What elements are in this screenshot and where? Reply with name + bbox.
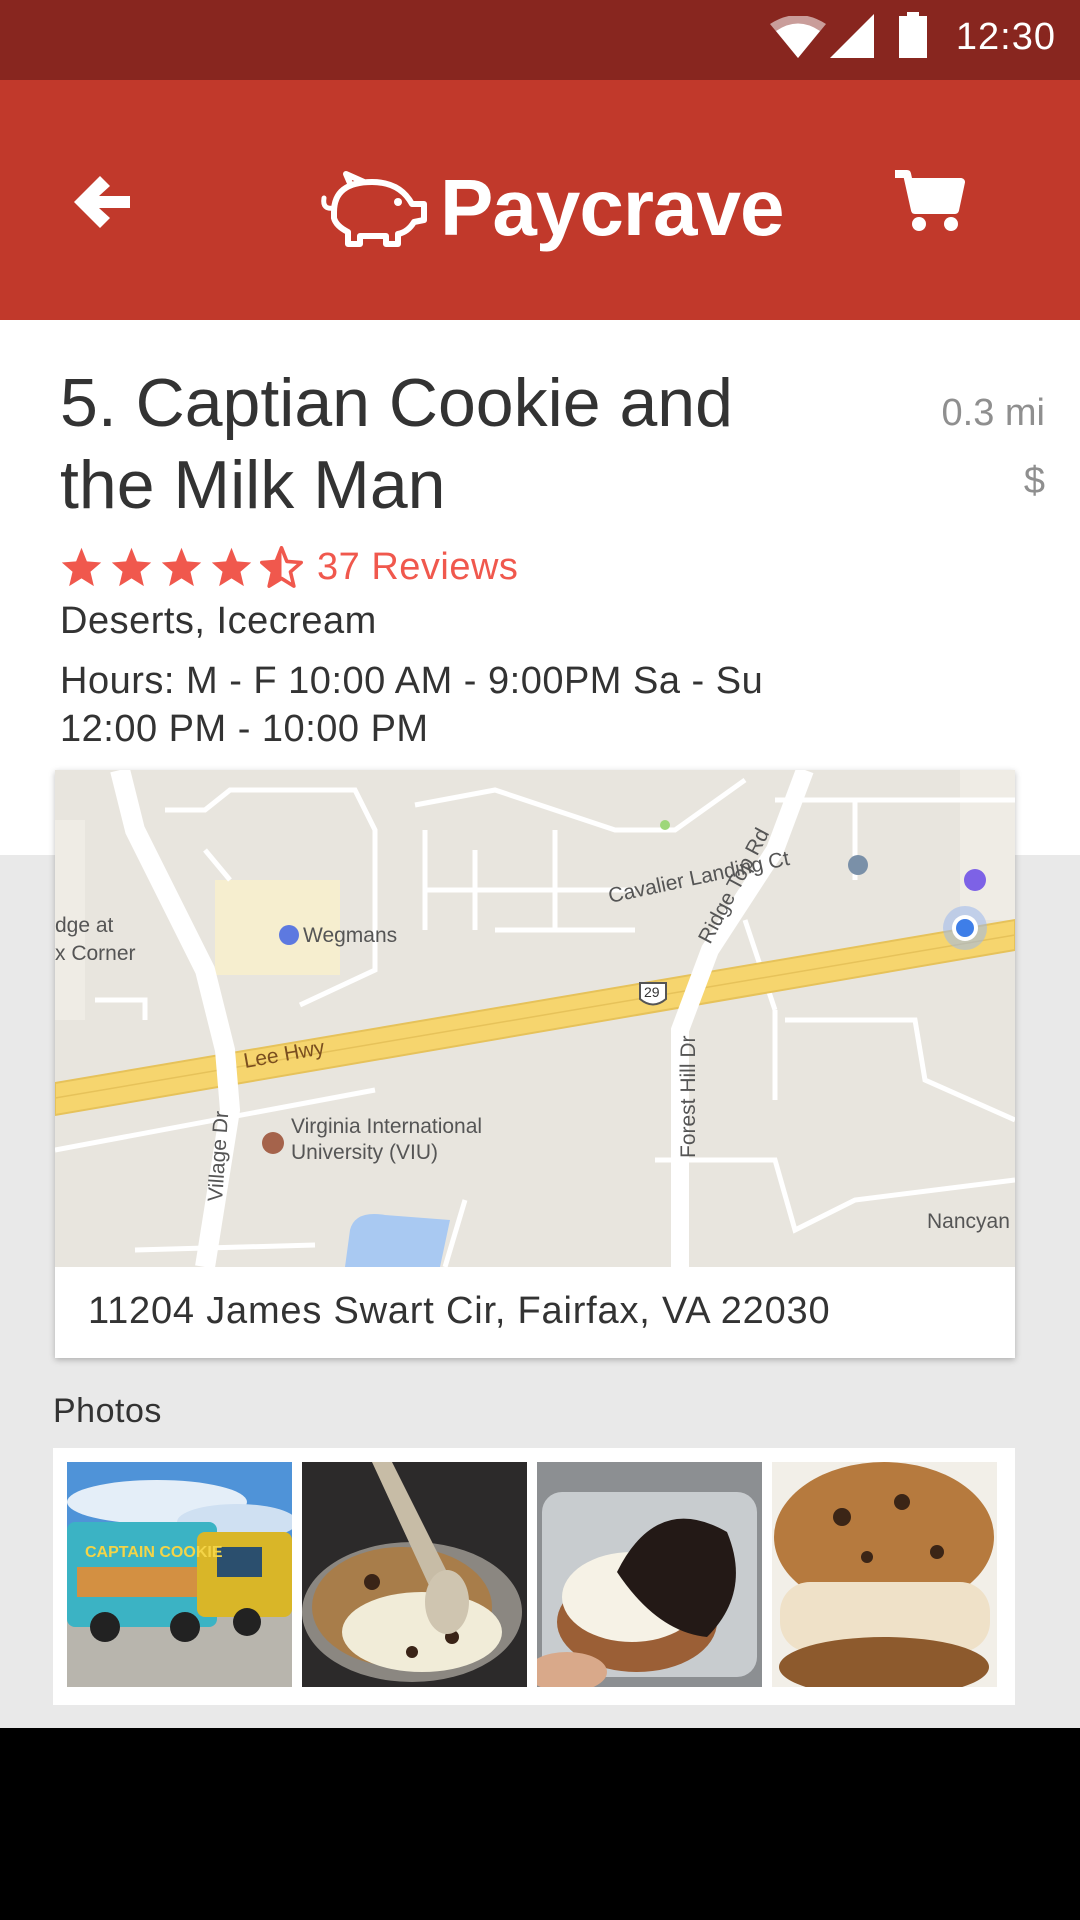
signal-icon <box>830 14 874 58</box>
categories-label: Deserts, Icecream <box>60 600 377 642</box>
rating-row[interactable]: 37 Reviews <box>60 542 518 592</box>
map-label-nancy: Nancyan <box>927 1210 1010 1233</box>
star-full-icon <box>211 547 252 586</box>
app-bar: Paycrave <box>0 80 1080 320</box>
back-button[interactable] <box>70 170 150 240</box>
map-label-viu-1: Virginia International <box>291 1115 482 1138</box>
reviews-link[interactable]: 37 Reviews <box>317 546 518 589</box>
star-rating <box>60 545 303 589</box>
map-label-viu-2: University (VIU) <box>291 1141 438 1164</box>
photo-strip: CAPTAIN COOKIE <box>53 1448 1015 1705</box>
star-full-icon <box>161 547 202 586</box>
map-card[interactable]: Wegmans dge at x Corner Cavalier Landing… <box>55 770 1015 1358</box>
restaurant-detail: 5. Captian Cookie and the Milk Man 0.3 m… <box>0 320 1080 1728</box>
shopping-cart-icon <box>895 170 965 231</box>
status-time: 12:30 <box>955 16 1056 58</box>
star-full-icon <box>61 547 102 586</box>
piggy-bank-icon <box>321 171 427 247</box>
map-label-route: 29 <box>644 984 660 1000</box>
cart-button[interactable] <box>895 170 975 240</box>
map-label-forest: Forest Hill Dr <box>677 1035 700 1158</box>
arrow-left-icon <box>74 176 130 228</box>
restaurant-title: 5. Captian Cookie and the Milk Man <box>60 365 733 523</box>
map-label-wegmans: Wegmans <box>303 924 397 947</box>
photos-heading: Photos <box>53 1392 162 1430</box>
chocolate-cookie-sandwich-photo[interactable] <box>537 1462 762 1687</box>
food-truck-photo[interactable]: CAPTAIN COOKIE <box>67 1462 292 1687</box>
location-map[interactable]: Wegmans dge at x Corner Cavalier Landing… <box>55 770 1015 1267</box>
address-label: 11204 James Swart Cir, Fairfax, VA 22030 <box>88 1290 831 1332</box>
hours-label: Hours: M - F 10:00 AM - 9:00PM Sa - Su 1… <box>60 660 764 750</box>
cookie-icecream-spoon-photo[interactable] <box>302 1462 527 1687</box>
price-level: $ <box>1023 460 1045 502</box>
status-bar: 12:30 <box>0 0 1080 80</box>
distance-label: 0.3 mi <box>941 392 1045 434</box>
star-full-icon <box>111 547 152 586</box>
battery-icon <box>899 12 927 58</box>
map-label-edge-2: x Corner <box>55 942 136 965</box>
star-half-icon <box>260 545 303 588</box>
wifi-icon <box>770 16 826 58</box>
brand-logo: Paycrave <box>312 160 784 256</box>
brand-name: Paycrave <box>440 163 784 252</box>
map-label-edge-1: dge at <box>55 914 114 937</box>
truck-text: CAPTAIN COOKIE <box>85 1544 223 1561</box>
icecream-cookie-sandwich-photo[interactable] <box>772 1462 997 1687</box>
